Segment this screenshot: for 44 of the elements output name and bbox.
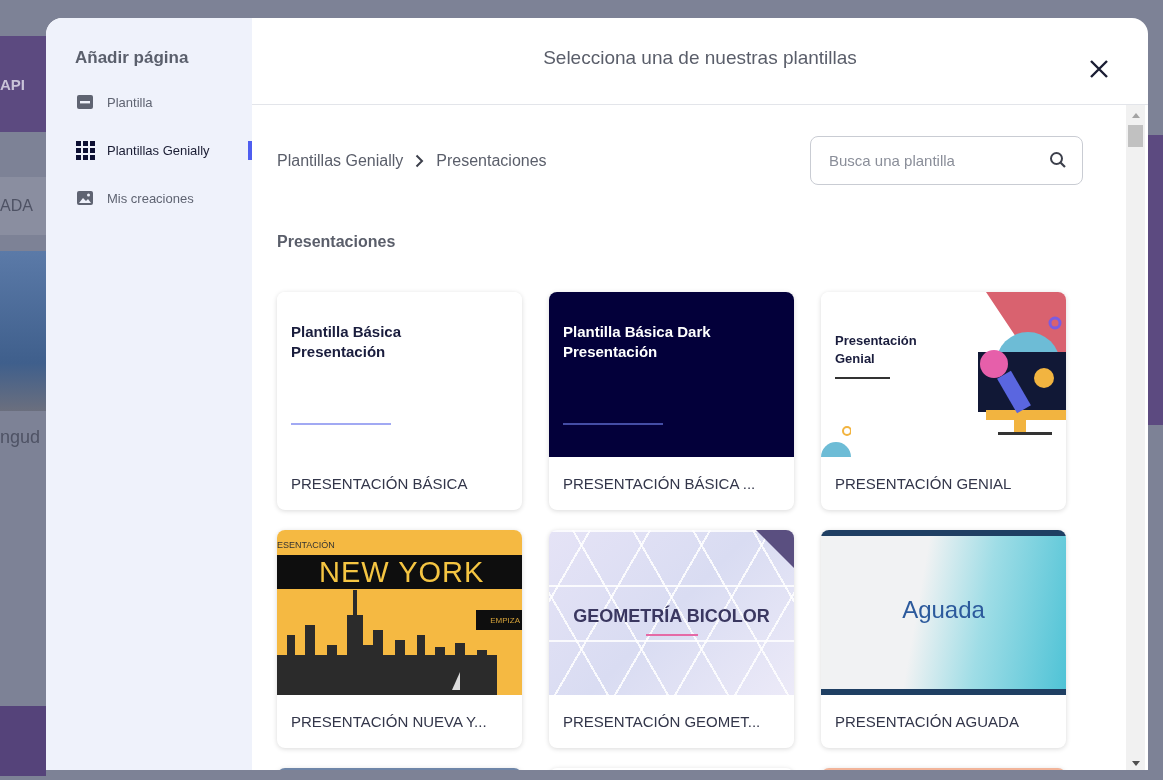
template-card[interactable]: Plantilla Básica Presentación PRESENTACIÓN BÁSICA (277, 292, 522, 510)
template-name: PRESENTACIÓN NUEVA Y... (290, 712, 488, 732)
breadcrumb-current: Presentaciones (436, 151, 547, 170)
template-name: PRESENTACIÓN GEOMET... (562, 712, 762, 732)
sidebar-item[interactable]: Plantillas Genially (75, 126, 252, 174)
scrollbar-thumb[interactable] (1128, 125, 1143, 147)
search-icon (1049, 151, 1067, 169)
sidebar-title: Añadir página (75, 48, 190, 68)
slide-title: Plantilla Básica Presentación (291, 322, 403, 363)
template-card[interactable]: ESENTACIÓN NEW YORK EMPIZA PRESENTACIÓN NUEVA Y... (277, 530, 522, 748)
sidebar-item[interactable]: Plantilla (75, 78, 252, 126)
subtitle-line (835, 377, 890, 380)
template-name: PRESENTACIÓN GENIAL (834, 474, 1013, 494)
slide-text: EMPIZA (490, 615, 520, 625)
chevron-right-icon (415, 153, 425, 168)
section-heading: Presentaciones (277, 233, 397, 251)
subtitle-line (646, 634, 698, 636)
sidebar-item[interactable]: Mis creaciones (75, 174, 252, 222)
scroll-down-icon[interactable] (1131, 761, 1140, 766)
slide-title: Plantilla Básica Dark Presentación (563, 322, 712, 363)
search-field[interactable]: Busca una plantilla (810, 136, 1083, 185)
slide-title: GEOMETRÍA BICOLOR (572, 606, 771, 627)
template-card[interactable]: GEOMETRÍA BICOLOR PRESENTACIÓN GEOMET... (549, 530, 794, 748)
template-card[interactable]: Plantilla Básica Dark Presentación PRESENTACIÓN BÁSICA ... (549, 292, 794, 510)
template-name: PRESENTACIÓN BÁSICA ... (562, 474, 757, 494)
grid-icon (75, 140, 95, 160)
slide-title: Aguada (901, 596, 986, 624)
selection-indicator (248, 141, 252, 160)
app-footer-panel (0, 706, 46, 776)
background-text: API (0, 75, 25, 93)
slide-text: ESENTACIÓN (277, 539, 336, 550)
scrollbar[interactable] (1126, 105, 1145, 770)
slide-title: Presentación Genial (835, 332, 918, 368)
scroll-up-icon[interactable] (1131, 113, 1140, 118)
card-icon (76, 94, 94, 110)
dialog-title: Selecciona una de nuestras plantillas (543, 47, 857, 69)
image-icon (76, 190, 94, 206)
slide-title: NEW YORK (319, 555, 485, 589)
template-card[interactable]: Aguada PRESENTACIÓN AGUADA (821, 530, 1066, 748)
background-text: ADA (0, 197, 33, 215)
template-card[interactable]: Presentación Genial PRESENTACIÓN GENIAL (821, 292, 1066, 510)
template-name: PRESENTACIÓN AGUADA (834, 712, 1020, 732)
breadcrumb-link[interactable]: Plantillas Genially (277, 151, 404, 170)
template-name: PRESENTACIÓN BÁSICA (290, 474, 469, 494)
